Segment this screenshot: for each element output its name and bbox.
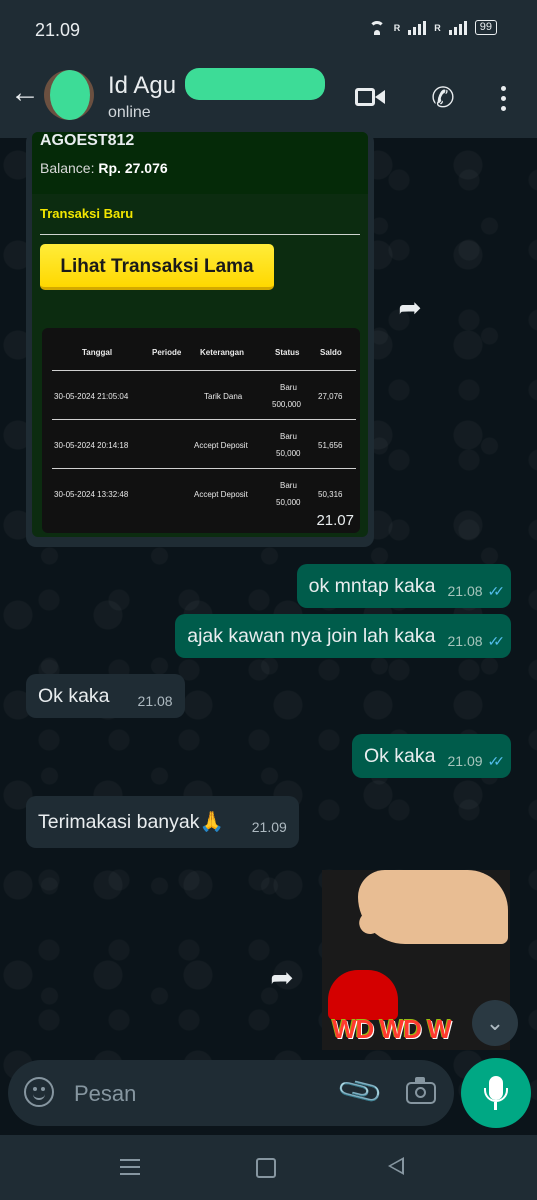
message-time: 21.08 [447, 583, 483, 599]
red-button-graphic [328, 970, 398, 1020]
message-composer: 📎 [8, 1060, 454, 1126]
section-title: Transaksi Baru [40, 206, 134, 221]
message-time: 21.07 [316, 512, 354, 529]
transaction-table: Tanggal Periode Keterangan Status Saldo … [42, 328, 360, 533]
double-chevron-down-icon[interactable]: ⌄ [472, 1000, 518, 1046]
message-text: Ok kaka [363, 745, 436, 767]
forward-icon[interactable]: ➦ [394, 292, 426, 324]
mic-base [494, 1102, 497, 1110]
more-vertical-icon[interactable] [485, 80, 521, 116]
status-time: 21.09 [35, 20, 81, 40]
chat-header: ← Id Agu online ✆ [0, 60, 537, 138]
wifi-icon [368, 20, 386, 35]
account-username: AGOEST812 [40, 132, 135, 149]
system-nav-bar [0, 1135, 537, 1200]
video-call-icon[interactable] [353, 80, 389, 116]
mic-stand [484, 1088, 508, 1102]
message-input[interactable] [72, 1078, 326, 1110]
divider [40, 234, 360, 235]
message-time: 21.08 [447, 633, 483, 649]
status-icons: R R 99 [368, 20, 497, 35]
message-text: Ok kaka [38, 685, 110, 707]
th-keterangan: Keterangan [200, 348, 245, 357]
camera-icon[interactable] [406, 1077, 436, 1104]
th-tanggal: Tanggal [82, 348, 113, 357]
cell-status: Baru [280, 432, 297, 441]
read-ticks-icon: ✓✓ [487, 633, 506, 649]
cell-keterangan: Tarik Dana [204, 392, 243, 401]
message-outgoing[interactable]: ok mntap kaka 21.08 ✓✓ [296, 564, 511, 608]
image-message[interactable]: AGOEST812 Balance: Rp. 27.076 Transaksi … [26, 132, 374, 547]
name-redaction [185, 68, 325, 100]
read-ticks-icon: ✓✓ [487, 753, 506, 769]
balance-value: Rp. 27.076 [98, 160, 168, 176]
message-incoming[interactable]: Terimakasi banyak🙏 21.09 [26, 796, 299, 848]
cell-amount: 50,000 [276, 498, 301, 507]
mic-button[interactable] [461, 1058, 531, 1128]
contact-status: online [108, 104, 151, 121]
table-row: 30-05-2024 13:32:48 Accept Deposit Baru … [52, 468, 356, 519]
transaction-screenshot[interactable]: AGOEST812 Balance: Rp. 27.076 Transaksi … [32, 132, 368, 537]
th-periode: Periode [152, 348, 182, 357]
signal-label-2: R [434, 22, 441, 33]
signal-icon [408, 20, 427, 35]
battery-icon: 99 [474, 20, 497, 35]
status-bar: 21.09 R R 99 [0, 0, 537, 60]
cell-saldo: 50,316 [318, 490, 343, 499]
cell-keterangan: Accept Deposit [194, 441, 248, 450]
th-saldo: Saldo [320, 348, 342, 357]
message-time: 21.08 [137, 693, 173, 709]
signal-label: R [393, 22, 401, 33]
table-row: 30-05-2024 20:14:18 Accept Deposit Baru … [52, 419, 356, 470]
message-text: Terimakasi banyak🙏 [38, 811, 224, 833]
read-ticks-icon: ✓✓ [487, 583, 506, 599]
emoji-icon[interactable] [24, 1077, 54, 1107]
contact-name[interactable]: Id Agu [108, 72, 176, 100]
cell-status: Baru [280, 383, 297, 392]
cell-amount: 50,000 [276, 449, 301, 458]
paperclip-icon[interactable]: 📎 [335, 1066, 386, 1116]
table-row: 30-05-2024 21:05:04 Tarik Dana Baru 500,… [52, 370, 356, 421]
account-panel: AGOEST812 Balance: Rp. 27.076 [32, 132, 368, 194]
cell-tanggal: 30-05-2024 20:14:18 [54, 441, 129, 450]
recents-icon[interactable] [120, 1159, 140, 1175]
message-text: ajak kawan nya join lah kaka [187, 625, 436, 647]
cell-saldo: 51,656 [318, 441, 343, 450]
sticker-text: WD WD W [332, 1014, 452, 1044]
phone-icon[interactable]: ✆ [425, 80, 461, 116]
message-outgoing[interactable]: ajak kawan nya join lah kaka 21.08 ✓✓ [175, 614, 511, 658]
home-icon[interactable] [256, 1158, 276, 1178]
cell-keterangan: Accept Deposit [194, 490, 248, 499]
arrow-left-icon[interactable]: ← [10, 78, 40, 108]
old-transactions-button: Lihat Transaksi Lama [40, 244, 274, 290]
cell-status: Baru [280, 481, 297, 490]
cell-amount: 500,000 [272, 400, 301, 409]
message-time: 21.09 [447, 753, 483, 769]
message-incoming[interactable]: Ok kaka 21.08 [26, 674, 185, 718]
cell-saldo: 27,076 [318, 392, 343, 401]
message-text: ok mntap kaka [308, 575, 436, 597]
back-triangle-icon[interactable] [388, 1157, 404, 1175]
account-balance: Balance: Rp. 27.076 [40, 160, 168, 176]
balance-label: Balance: [40, 160, 95, 176]
cell-tanggal: 30-05-2024 21:05:04 [54, 392, 129, 401]
message-outgoing[interactable]: Ok kaka 21.09 ✓✓ [351, 734, 511, 778]
signal-icon-2 [448, 20, 467, 35]
forward-icon[interactable]: ➦ [266, 962, 298, 994]
message-time: 21.09 [251, 819, 287, 835]
cell-tanggal: 30-05-2024 13:32:48 [54, 490, 129, 499]
avatar[interactable] [44, 70, 94, 120]
th-status: Status [275, 348, 300, 357]
